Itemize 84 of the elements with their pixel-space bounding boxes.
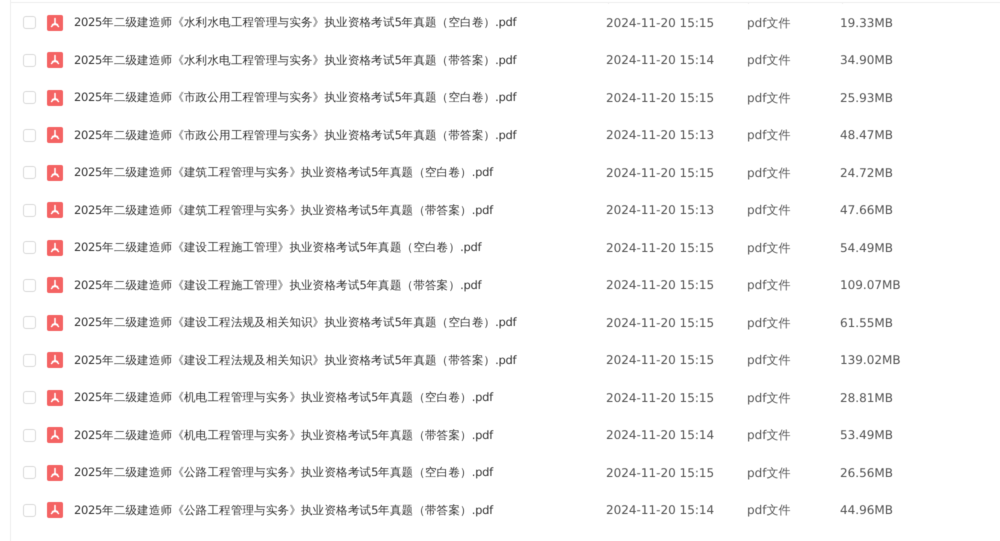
file-size: 19.33MB	[840, 14, 893, 32]
file-size: 34.90MB	[840, 52, 893, 70]
file-size: 54.49MB	[840, 240, 893, 257]
file-type: pdf文件	[747, 127, 790, 144]
file-size: 25.93MB	[840, 90, 893, 107]
pdf-file-icon	[47, 427, 63, 444]
file-size: 44.96MB	[840, 502, 893, 520]
modified-time: 2024-11-20 15:14	[606, 52, 714, 70]
pdf-file-icon	[47, 277, 63, 294]
file-type: pdf文件	[747, 464, 790, 482]
pdf-file-icon	[47, 240, 63, 256]
file-size: 48.47MB	[840, 127, 893, 144]
file-name[interactable]: 2025年二级建造师《公路工程管理与实务》执业资格考试5年真题（带答案）.pdf	[74, 502, 493, 519]
modified-time: 2024-11-20 15:15	[606, 14, 714, 32]
file-type: pdf文件	[747, 314, 790, 332]
modified-time: 2024-11-20 15:15	[606, 352, 714, 370]
modified-time: 2024-11-20 15:15	[606, 277, 714, 294]
file-type: pdf文件	[747, 277, 790, 294]
file-name[interactable]: 2025年二级建造师《水利水电工程管理与实务》执业资格考试5年真题（空白卷）.pdf	[74, 14, 516, 32]
file-name[interactable]: 2025年二级建造师《建筑工程管理与实务》执业资格考试5年真题（空白卷）.pdf	[74, 164, 493, 182]
file-name[interactable]: 2025年二级建造师《机电工程管理与实务》执业资格考试5年真题（空白卷）.pdf	[74, 389, 493, 406]
checkbox[interactable]	[23, 354, 36, 367]
file-size: 47.66MB	[840, 202, 893, 220]
pdf-file-icon	[47, 352, 63, 368]
file-name[interactable]: 2025年二级建造师《市政公用工程管理与实务》执业资格考试5年真题（带答案）.pdf	[74, 126, 516, 144]
modified-time: 2024-11-20 15:15	[606, 390, 714, 407]
checkbox[interactable]	[23, 16, 36, 30]
file-type: pdf文件	[747, 240, 790, 257]
file-name[interactable]: 2025年二级建造师《建设工程法规及相关知识》执业资格考试5年真题（带答案）.pdf	[74, 352, 516, 369]
file-size: 61.55MB	[840, 314, 893, 332]
file-type: pdf文件	[747, 352, 790, 370]
checkbox[interactable]	[23, 128, 36, 142]
file-name[interactable]: 2025年二级建造师《机电工程管理与实务》执业资格考试5年真题（带答案）.pdf	[74, 426, 493, 444]
pdf-file-icon	[47, 52, 63, 68]
file-name[interactable]: 2025年二级建造师《公路工程管理与实务》执业资格考试5年真题（空白卷）.pdf	[74, 464, 493, 482]
modified-time: 2024-11-20 15:15	[606, 164, 714, 182]
file-size: 24.72MB	[840, 164, 893, 182]
modified-time: 2024-11-20 15:14	[606, 502, 714, 520]
modified-time: 2024-11-20 15:15	[606, 240, 714, 257]
checkbox[interactable]	[23, 504, 36, 517]
pdf-file-icon	[47, 464, 63, 481]
file-size: 28.81MB	[840, 390, 893, 407]
file-name[interactable]: 2025年二级建造师《建设工程施工管理》执业资格考试5年真题（带答案）.pdf	[74, 276, 482, 294]
pdf-file-icon	[47, 502, 63, 518]
file-size: 109.07MB	[840, 277, 901, 294]
checkbox[interactable]	[23, 316, 36, 330]
modified-time: 2024-11-20 15:14	[606, 427, 714, 444]
file-size: 53.49MB	[840, 427, 893, 444]
file-type: pdf文件	[747, 52, 790, 70]
pdf-file-icon	[47, 164, 63, 181]
file-type: pdf文件	[747, 164, 790, 182]
checkbox[interactable]	[23, 91, 36, 104]
pdf-file-icon	[47, 14, 63, 31]
modified-time: 2024-11-20 15:15	[606, 314, 714, 332]
checkbox[interactable]	[23, 391, 36, 404]
checkbox[interactable]	[23, 204, 36, 217]
file-type: pdf文件	[747, 390, 790, 407]
file-type: pdf文件	[747, 502, 790, 520]
file-name[interactable]: 2025年二级建造师《建设工程施工管理》执业资格考试5年真题（空白卷）.pdf	[74, 239, 482, 256]
file-type: pdf文件	[747, 427, 790, 444]
modified-time: 2024-11-20 15:13	[606, 202, 714, 220]
checkbox[interactable]	[23, 241, 36, 254]
file-type: pdf文件	[747, 90, 790, 107]
pdf-file-icon	[47, 314, 63, 331]
checkbox[interactable]	[23, 166, 36, 180]
file-name[interactable]: 2025年二级建造师《水利水电工程管理与实务》执业资格考试5年真题（带答案）.pdf	[74, 52, 516, 69]
modified-time: 2024-11-20 15:15	[606, 464, 714, 482]
file-size: 26.56MB	[840, 464, 893, 482]
file-type: pdf文件	[747, 202, 790, 220]
checkbox[interactable]	[23, 466, 36, 480]
pdf-file-icon	[47, 127, 63, 144]
modified-time: 2024-11-20 15:13	[606, 127, 714, 144]
file-size: 139.02MB	[840, 352, 901, 370]
checkbox[interactable]	[23, 428, 36, 442]
pdf-file-icon	[47, 390, 63, 406]
file-name[interactable]: 2025年二级建造师《建筑工程管理与实务》执业资格考试5年真题（带答案）.pdf	[74, 202, 493, 219]
checkbox[interactable]	[23, 278, 36, 292]
file-name[interactable]: 2025年二级建造师《建设工程法规及相关知识》执业资格考试5年真题（空白卷）.pdf	[74, 314, 516, 332]
file-name[interactable]: 2025年二级建造师《市政公用工程管理与实务》执业资格考试5年真题（空白卷）.pdf	[74, 89, 516, 106]
pdf-file-icon	[47, 90, 63, 106]
modified-time: 2024-11-20 15:15	[606, 90, 714, 107]
file-type: pdf文件	[747, 14, 790, 32]
checkbox[interactable]	[23, 54, 36, 67]
pdf-file-icon	[47, 202, 63, 218]
